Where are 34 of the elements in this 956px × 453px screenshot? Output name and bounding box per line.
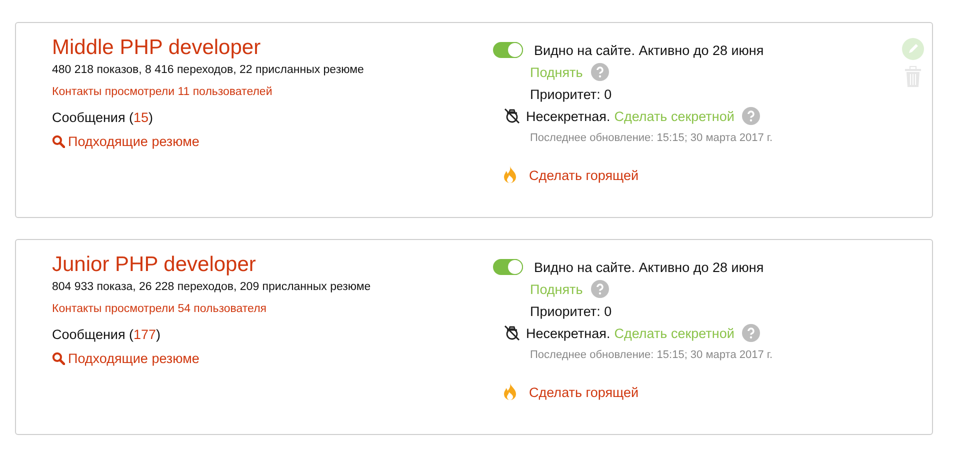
vacancy-stats: 480 218 показов, 8 416 переходов, 22 присланных резюме — [52, 64, 364, 76]
visibility-status: Видно на сайте. Активно до 28 июня — [534, 42, 764, 58]
secrecy-status: Несекретная. — [526, 326, 610, 340]
search-icon — [52, 135, 65, 148]
visibility-toggle[interactable] — [493, 259, 523, 275]
make-hot-link[interactable]: Сделать горящей — [529, 384, 639, 400]
visibility-toggle[interactable] — [493, 42, 523, 58]
vacancy-stats: 804 933 показа, 26 228 переходов, 209 присланных резюме — [52, 281, 371, 293]
vacancy-title-link[interactable]: Junior PHP developer — [52, 252, 256, 278]
flame-icon — [503, 166, 517, 184]
flame-icon — [503, 383, 517, 401]
help-icon[interactable] — [742, 324, 760, 342]
matching-resumes-link[interactable]: Подходящие резюме — [52, 351, 200, 366]
edit-icon[interactable] — [902, 38, 924, 60]
search-icon — [52, 352, 65, 365]
make-hot-link[interactable]: Сделать горящей — [529, 168, 639, 182]
trash-icon[interactable] — [904, 66, 922, 88]
help-icon[interactable] — [590, 63, 609, 81]
secrecy-status: Несекретная. — [526, 108, 610, 124]
messages-count-link[interactable]: 15 — [134, 110, 149, 125]
help-icon[interactable] — [742, 107, 760, 125]
messages-count-link[interactable]: 177 — [134, 327, 156, 342]
last-updated-text: Последнее обновление: 15:15; 30 марта 2017 г. — [530, 132, 773, 144]
priority-text: Приоритет: 0 — [530, 86, 612, 102]
last-updated-text: Последнее обновление: 15:15; 30 марта 2017 г. — [530, 349, 773, 361]
help-icon[interactable] — [590, 280, 609, 298]
visibility-status: Видно на сайте. Активно до 28 июня — [534, 260, 764, 274]
messages-text: Сообщения (15) — [52, 110, 154, 125]
priority-text: Приоритет: 0 — [530, 304, 612, 318]
contacts-viewed-link[interactable]: Контакты просмотрели 11 пользователей — [52, 86, 272, 98]
messages-text: Сообщения (177) — [52, 327, 161, 342]
vacancy-title-link[interactable]: Middle PHP developer — [52, 35, 261, 61]
contacts-viewed-link[interactable]: Контакты просмотрели 54 пользователя — [52, 303, 267, 315]
matching-resumes-link[interactable]: Подходящие резюме — [52, 134, 200, 149]
